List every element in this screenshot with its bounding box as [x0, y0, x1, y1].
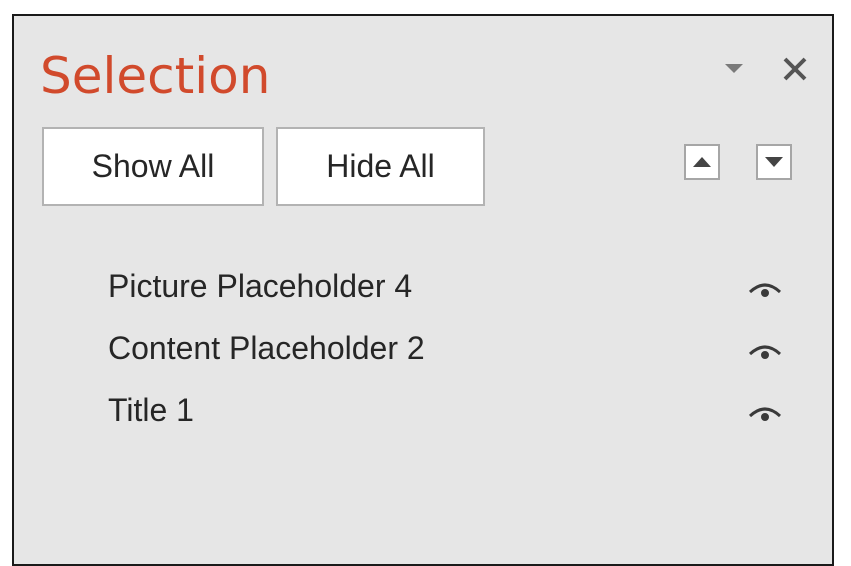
triangle-down-icon: [765, 157, 783, 167]
close-icon[interactable]: [780, 54, 810, 84]
bring-forward-button[interactable]: [684, 144, 720, 180]
send-backward-button[interactable]: [756, 144, 792, 180]
list-item-label: Content Placeholder 2: [108, 330, 425, 366]
pane-options-dropdown-icon[interactable]: [723, 58, 745, 78]
list-item[interactable]: Picture Placeholder 4: [14, 260, 832, 322]
hide-all-button[interactable]: Hide All: [276, 127, 485, 206]
eye-icon[interactable]: [748, 402, 782, 426]
list-item[interactable]: Title 1: [14, 384, 832, 446]
list-item-label: Picture Placeholder 4: [108, 268, 413, 304]
list-item[interactable]: Content Placeholder 2: [14, 322, 832, 384]
list-item-label: Title 1: [108, 392, 194, 428]
selection-pane: Selection Show All Hide All Picture Plac…: [12, 14, 834, 566]
pane-title: Selection: [40, 47, 271, 105]
eye-icon[interactable]: [748, 278, 782, 302]
show-all-button[interactable]: Show All: [42, 127, 264, 206]
eye-icon[interactable]: [748, 340, 782, 364]
triangle-up-icon: [693, 157, 711, 167]
